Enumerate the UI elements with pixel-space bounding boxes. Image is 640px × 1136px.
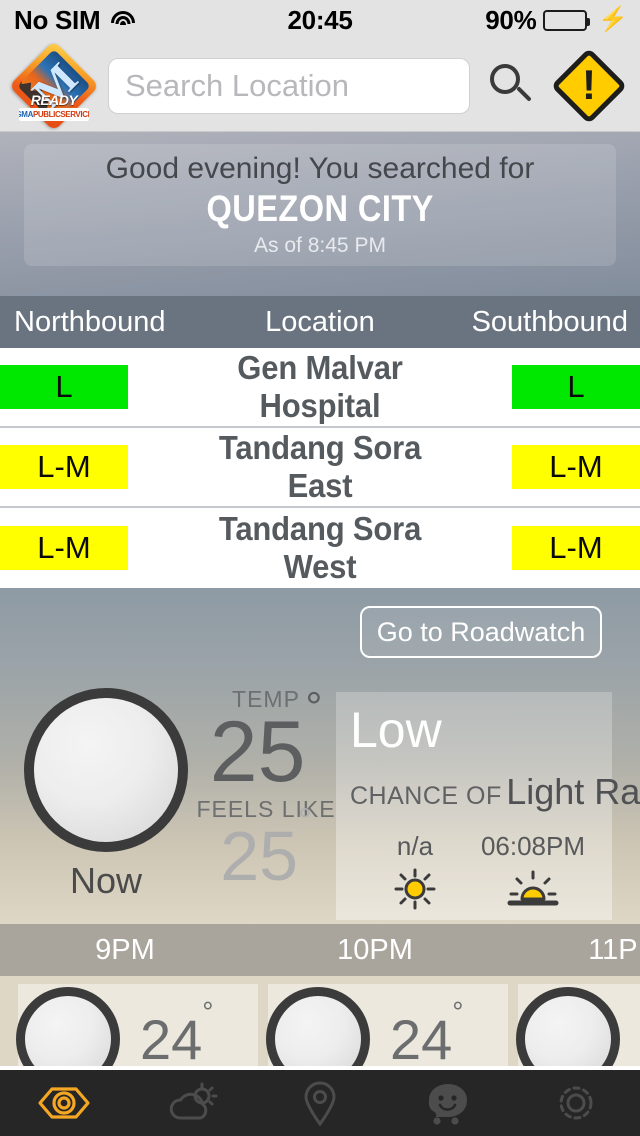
table-row[interactable]: L-M Tandang Sora West L-M	[0, 508, 640, 588]
sun-times-row: n/a 06:08PM	[350, 831, 598, 912]
tab-settings[interactable]	[512, 1080, 640, 1126]
location-name: Tandang Sora West	[218, 510, 422, 585]
hour-label: 10PM	[337, 933, 413, 966]
status-bar-right: 90% ⚡	[485, 5, 628, 36]
northbound-cell: L-M	[0, 445, 200, 489]
temperature-block: TEMP 25° FEELS LIKE 25°	[196, 686, 336, 891]
temp-value: 25	[209, 704, 306, 800]
status-badge: L	[512, 365, 640, 409]
hourly-temp: 24°	[390, 995, 464, 1066]
sunrise-item: n/a	[360, 831, 470, 912]
cloud-icon	[266, 987, 370, 1066]
chance-value: Light Rain	[506, 770, 640, 812]
cloud-icon	[24, 688, 188, 852]
logo-gma-text: GMA	[19, 109, 33, 119]
logo-m-glyph: M	[22, 54, 86, 117]
hourly-forecast-list[interactable]: 24° 24°	[0, 976, 640, 1066]
hourly-card[interactable]	[516, 984, 640, 1066]
logo-ready-text: READY	[30, 91, 78, 108]
location-name: Gen Malvar Hospital	[237, 349, 403, 424]
sunset-label: 06:08PM	[480, 830, 586, 861]
greeting-timestamp: As of 8:45 PM	[254, 234, 386, 257]
condition-level: Low	[350, 702, 442, 758]
tab-watch[interactable]	[0, 1084, 128, 1122]
column-header-southbound: Southbound	[471, 305, 628, 338]
search-field-wrapper[interactable]	[108, 57, 470, 114]
logo-gma-badge: GMAPUBLICSERVICE	[19, 107, 89, 121]
now-label: Now	[69, 860, 143, 901]
column-header-location: Location	[265, 305, 375, 338]
tab-location[interactable]	[256, 1080, 384, 1126]
sun-icon	[360, 866, 470, 912]
feels-like-wrapper: 25°	[196, 804, 336, 891]
traffic-table-header: Northbound Location Southbound	[0, 296, 640, 348]
battery-percent-label: 90%	[485, 4, 537, 35]
map-pin-icon	[304, 1081, 336, 1126]
hourly-card[interactable]: 24°	[16, 984, 258, 1066]
lightning-bolt-icon: ⚡	[598, 6, 628, 33]
greeting-card: Good evening! You searched for QUEZON CI…	[24, 144, 616, 266]
status-badge: L-M	[0, 445, 128, 489]
eye-icon	[38, 1087, 90, 1119]
temp-value-wrapper: 25°	[210, 686, 322, 795]
waze-face-icon	[428, 1084, 467, 1125]
northbound-cell: L	[0, 365, 200, 409]
tab-weather[interactable]	[128, 1082, 256, 1124]
tab-waze[interactable]	[384, 1081, 512, 1125]
status-bar: No SIM 20:45 90% ⚡	[0, 0, 640, 40]
sunset-item: 06:08PM	[478, 831, 588, 912]
battery-icon	[543, 9, 591, 31]
greeting-salutation: Good evening! You searched for	[105, 152, 535, 185]
greeting-city: QUEZON CITY	[206, 188, 434, 229]
alert-exclamation: !	[582, 60, 596, 108]
app-root: No SIM 20:45 90% ⚡ M READY GMAPUBLICSERV…	[0, 0, 640, 1136]
table-row[interactable]: L Gen Malvar Hospital L	[0, 348, 640, 428]
table-row[interactable]: L-M Tandang Sora East L-M	[0, 428, 640, 508]
go-to-roadwatch-button[interactable]: Go to Roadwatch	[360, 606, 602, 658]
search-icon-circle	[490, 63, 520, 94]
condition-card: Low CHANCE OF Light Rain n/a	[336, 692, 640, 920]
hourly-card[interactable]: 24°	[266, 984, 508, 1066]
tab-bar	[0, 1070, 640, 1136]
temp-degree: °	[305, 683, 323, 731]
status-badge: L-M	[512, 445, 640, 489]
hour-label: 11PM	[588, 933, 640, 966]
cloud-sun-icon	[169, 1082, 218, 1120]
ready-gma-logo[interactable]: M READY GMAPUBLICSERVICE	[8, 40, 100, 131]
cloud-icon	[516, 987, 620, 1066]
southbound-cell: L	[440, 365, 640, 409]
feels-like-value: 25	[220, 817, 299, 896]
feels-degree: °	[298, 801, 312, 840]
nav-bar: M READY GMAPUBLICSERVICE !	[0, 40, 640, 132]
southbound-cell: L-M	[440, 445, 640, 489]
column-header-northbound: Northbound	[14, 305, 166, 338]
search-input[interactable]	[125, 67, 453, 104]
hourly-temp: 24°	[140, 995, 214, 1066]
sunrise-label: n/a	[396, 830, 434, 861]
chance-of-row: CHANCE OF Light Rain	[350, 771, 640, 813]
hour-label: 9PM	[95, 933, 155, 966]
traffic-table-body: L Gen Malvar Hospital L L-M Tandang Sora Eas…	[0, 348, 640, 588]
logo-publicservice-text: PUBLICSERVICE	[32, 109, 89, 119]
southbound-cell: L-M	[440, 526, 640, 570]
weather-panel: Go to Roadwatch Now TEMP 25° FEELS LIKE …	[0, 588, 640, 924]
status-badge: L-M	[512, 526, 640, 570]
northbound-cell: L-M	[0, 526, 200, 570]
sunset-icon	[478, 866, 588, 912]
cloud-icon	[16, 987, 120, 1066]
hourly-time-strip[interactable]: 9PM 10PM 11PM	[0, 924, 640, 976]
status-badge: L-M	[0, 526, 128, 570]
status-badge: L	[0, 365, 128, 409]
chance-prefix: CHANCE OF	[350, 781, 502, 810]
greeting-section: Good evening! You searched for QUEZON CI…	[0, 132, 640, 296]
location-name: Tandang Sora East	[218, 429, 422, 504]
gear-icon	[559, 1086, 593, 1120]
search-icon-handle	[516, 85, 532, 102]
warning-triangle-icon[interactable]: !	[550, 47, 628, 125]
search-icon[interactable]	[482, 58, 538, 114]
